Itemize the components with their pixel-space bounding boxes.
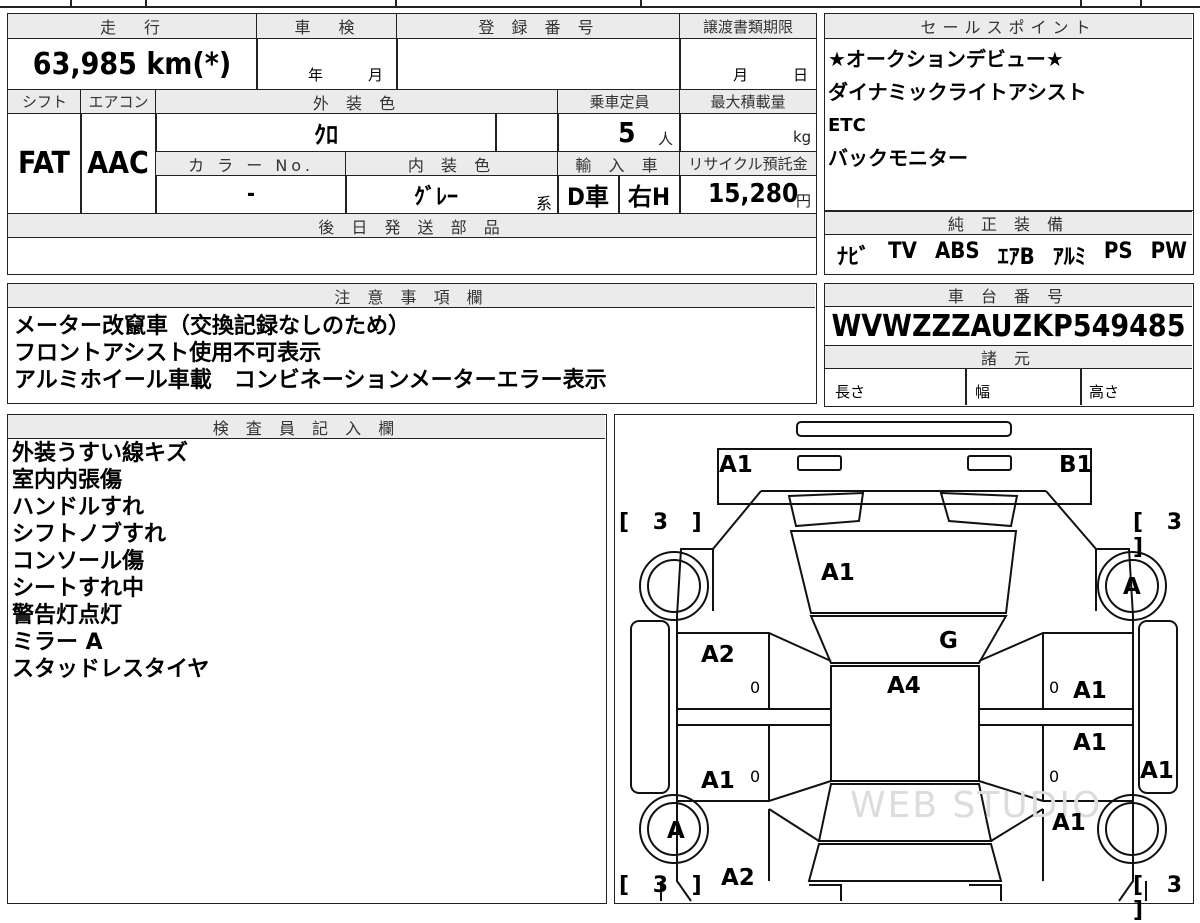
transfer-month-unit: 月 [733,66,749,84]
equipment-item: PW [1150,239,1187,264]
damage-right-quarter: A1 [1052,810,1086,836]
tread-left-bottom: [ 3 ] [619,873,710,898]
equipment-item: ABS [934,239,980,264]
recycle-unit: 円 [796,192,812,210]
inspector-label: 検 査 員 記 入 欄 [8,415,605,439]
sales-point-list: ★オークションデビュー★ ダイナミックライトアシスト ETC バックモニター [828,43,1188,175]
zero-mark: 0 [1049,678,1060,697]
spec-width: 幅 [975,383,991,401]
damage-right-rear-fender: A1 [1140,758,1174,784]
standard-equipment-box: 純 正 装 備 ﾅﾋﾞ TV ABS ｴｱB ｱﾙﾐ PS PW [824,211,1194,275]
interior-color-label: 内 装 色 [345,152,558,176]
aircon-value: AAC [87,146,149,181]
inspector-line: スタッドレスタイヤ [12,657,210,682]
standard-equipment-list: ﾅﾋﾞ TV ABS ｴｱB ｱﾙﾐ PS PW [837,239,1187,271]
exterior-color-value: ｸﾛ [314,121,338,149]
reg-number-label: 登 録 番 号 [396,14,681,39]
vehicle-info-grid: 走 行 車 検 登 録 番 号 譲渡書類期限 63,985 km(*) 年 月 … [7,13,817,275]
recycle-value: 15,280 [708,179,799,209]
zero-mark: 0 [1049,767,1060,786]
mileage-value: 63,985 km(*) [32,46,232,82]
tread-right-top: [ 3 ] [1133,510,1191,560]
interior-color-value: ｸﾞﾚｰ [413,184,458,210]
damage-front-left: A1 [719,452,753,478]
color-no-value: - [246,182,256,207]
inspector-line: コンソール傷 [12,549,145,574]
equipment-item: ｴｱB [997,245,1035,270]
transfer-deadline-label: 譲渡書類期限 [679,14,816,39]
inspector-line: 室内内張傷 [12,468,123,493]
aircon-label: エアコン [80,90,156,114]
damage-left-front-door: A2 [701,642,735,668]
tread-left-top: [ 3 ] [619,510,710,535]
damage-windshield: G [939,628,958,654]
inspector-line: ミラー A [12,630,103,655]
chassis-box: 車 台 番 号 WVWZZZAUZKP549485 諸 元 長さ 幅 高さ [824,283,1194,407]
damage-rear-left-wheel: A [667,818,685,844]
interior-color-suffix: 系 [536,194,553,213]
max-load-unit: kg [793,128,812,146]
shift-label: シフト [8,90,81,114]
inspector-line: 外装うすい線キズ [12,441,189,466]
import-dealer: D車 [567,183,609,211]
inspector-lines: 外装うすい線キズ 室内内張傷 ハンドルすれ シフトノブすれ コンソール傷 シート… [12,440,602,683]
damage-roof: A4 [887,673,921,699]
inspector-line: ハンドルすれ [12,495,145,520]
standard-equipment-label: 純 正 装 備 [825,211,1192,235]
note-line: メーター改竄車（交換記録なしのため） [14,314,411,339]
spec-height: 高さ [1089,383,1120,401]
tread-right-bottom: [ 3 ] [1133,873,1191,923]
specs-label: 諸 元 [825,346,1192,369]
sales-point-box: セールスポイント ★オークションデビュー★ ダイナミックライトアシスト ETC … [824,13,1194,211]
equipment-item: ｱﾙﾐ [1052,245,1086,270]
shaken-label: 車 検 [256,14,398,39]
import-steering: 右H [627,183,671,211]
color-no-label: カ ラ ー No. [156,152,346,176]
sales-point-item: ETC [828,115,866,136]
damage-left-rear-door: A1 [701,768,735,794]
damage-left-rear-quarter: A2 [721,865,755,891]
damage-right-rear-door: A1 [1073,730,1107,756]
shift-value: FAT [18,146,70,181]
shaken-year-unit: 年 [308,66,324,84]
sales-point-item: ダイナミックライトアシスト [828,80,1087,104]
chassis-number: WVWZZZAUZKP549485 [831,308,1186,344]
damage-hood: A1 [821,560,855,586]
notes-box: 注 意 事 項 欄 メーター改竄車（交換記録なしのため） フロントアシスト使用不… [7,283,817,404]
inspector-line: 警告灯点灯 [12,603,123,628]
damage-right-front-door: A1 [1073,678,1107,704]
sales-point-label: セールスポイント [825,14,1192,39]
note-line: アルミホイール車載 コンビネーションメーターエラー表示 [14,368,607,393]
equipment-item: PS [1103,239,1133,264]
equipment-item: ﾅﾋﾞ [837,245,871,270]
inspector-line: シフトノブすれ [12,522,167,547]
capacity-value: 5 [618,116,636,149]
transfer-day-unit: 日 [793,66,809,84]
mileage-label: 走 行 [8,14,258,39]
max-load-label: 最大積載量 [679,90,816,114]
shaken-month-unit: 月 [368,66,384,84]
spec-length: 長さ [835,383,866,401]
later-parts-label: 後 日 発 送 部 品 [8,214,816,238]
zero-mark: 0 [750,678,761,697]
inspector-box: 検 査 員 記 入 欄 外装うすい線キズ 室内内張傷 ハンドルすれ シフトノブす… [7,414,607,904]
exterior-color-label: 外 装 色 [155,90,558,114]
note-line: フロントアシスト使用不可表示 [14,341,322,366]
equipment-item: TV [888,239,917,264]
notes-lines: メーター改竄車（交換記録なしのため） フロントアシスト使用不可表示 アルミホイー… [14,313,804,394]
damage-diagram: WEB STUDIO [ 3 ] [ 3 ] [ 3 ] [ 3 ] A1 B1… [614,414,1194,923]
inspector-line: シートすれ中 [12,576,145,601]
capacity-unit: 人 [658,130,674,148]
import-label: 輸 入 車 [557,152,681,176]
damage-front-right: B1 [1059,452,1093,478]
sales-point-item: ★オークションデビュー★ [828,47,1064,71]
recycle-label: リサイクル預託金 [679,152,816,176]
damage-front-right-wheel: A [1123,574,1141,600]
top-strip [0,0,1200,8]
chassis-label: 車 台 番 号 [825,284,1192,307]
capacity-label: 乗車定員 [557,90,681,114]
notes-label: 注 意 事 項 欄 [8,284,815,308]
sales-point-item: バックモニター [828,146,968,170]
zero-mark: 0 [750,767,761,786]
